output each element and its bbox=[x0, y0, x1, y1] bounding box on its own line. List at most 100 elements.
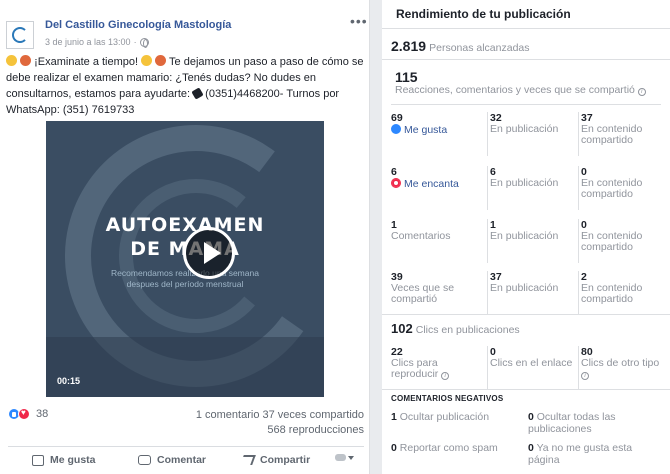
hide-all-label: Ocultar todas las publicaciones bbox=[528, 411, 616, 435]
play-clicks-cell: 22 Clics para reproducir i bbox=[391, 346, 479, 390]
love-reaction-icon bbox=[18, 408, 30, 420]
shares-label: Veces que se compartió bbox=[391, 282, 455, 305]
play-clicks-label: Clics para reproducir bbox=[391, 357, 439, 380]
likes-on-shares-label: En contenido compartido bbox=[581, 123, 643, 146]
woman-emoji-icon bbox=[155, 55, 167, 66]
hide-post-count: 1 bbox=[391, 411, 397, 423]
unlike-page-stat: 0 Ya no me gusta esta página bbox=[528, 442, 666, 466]
link-clicks-cell: 0 Clics en el enlace bbox=[487, 346, 575, 390]
other-clicks-cell: 80 Clics de otro tipo i bbox=[578, 346, 666, 390]
likes-on-post-label: En publicación bbox=[490, 123, 559, 135]
unlike-page-label: Ya no me gusta esta página bbox=[528, 442, 633, 466]
video-subtitle-line1: Recomendamos realizarlo una semana bbox=[111, 268, 259, 278]
raised-hand-emoji-icon bbox=[141, 55, 153, 66]
shares-count[interactable]: 37 veces compartido bbox=[263, 409, 365, 421]
thumbs-up-icon bbox=[32, 454, 44, 466]
like-small-icon bbox=[391, 124, 401, 134]
loves-total: 6 bbox=[391, 166, 397, 178]
video-title-line1: AUTOEXAMEN bbox=[105, 214, 265, 236]
engagement-value: 115 bbox=[395, 69, 418, 85]
share-arrow-icon bbox=[240, 455, 256, 465]
reach-label: Personas alcanzadas bbox=[429, 42, 530, 54]
loves-label: Me encanta bbox=[404, 178, 459, 190]
video-player[interactable]: AUTOEXAMEN DE MAMA Recomendamos realizar… bbox=[46, 121, 324, 397]
clicks-value: 102 bbox=[391, 321, 413, 336]
info-icon[interactable]: i bbox=[581, 372, 589, 380]
likes-on-shares-cell: 37 En contenido compartido bbox=[578, 112, 666, 156]
reach-stat: 2.819 Personas alcanzadas bbox=[391, 38, 530, 54]
video-subtitle-line2: despues del período menstrual bbox=[126, 279, 244, 289]
page-avatar[interactable] bbox=[6, 21, 34, 49]
comment-button-label: Comentar bbox=[157, 454, 207, 466]
info-icon[interactable]: i bbox=[637, 88, 646, 96]
likes-total-cell: 69 Me gusta bbox=[391, 112, 479, 156]
divider bbox=[382, 28, 670, 29]
shares-on-post-cell: 37 En publicación bbox=[487, 271, 575, 315]
panel-title: Rendimiento de tu publicación bbox=[396, 7, 571, 21]
hide-all-count: 0 bbox=[528, 411, 534, 423]
negative-feedback-heading: COMENTARIOS NEGATIVOS bbox=[391, 394, 504, 403]
spam-label: Reportar como spam bbox=[399, 442, 498, 454]
divider bbox=[382, 59, 670, 60]
divider bbox=[382, 314, 670, 315]
reactions-row: 38 1 comentario 37 veces compartido 568 … bbox=[8, 406, 364, 436]
phone-emoji-icon bbox=[191, 87, 204, 100]
comments-on-post-label: En publicación bbox=[490, 230, 559, 242]
post-meta: 3 de junio a las 13:00 · bbox=[45, 37, 149, 48]
info-icon[interactable]: i bbox=[441, 372, 450, 380]
shares-on-shares-cell: 2 En contenido compartido bbox=[578, 271, 666, 315]
insights-panel: Rendimiento de tu publicación 2.819 Pers… bbox=[382, 0, 670, 474]
loves-total-cell: 6 Me encanta bbox=[391, 166, 479, 210]
audience-selector[interactable] bbox=[335, 454, 354, 461]
reach-value: 2.819 bbox=[391, 38, 427, 54]
divider bbox=[382, 389, 670, 390]
clicks-label: Clics en publicaciones bbox=[415, 324, 520, 336]
comments-on-shares-cell: 0 En contenido compartido bbox=[578, 219, 666, 263]
likes-on-post-cell: 32 En publicación bbox=[487, 112, 575, 156]
clinic-logo-icon bbox=[12, 27, 28, 43]
post-date[interactable]: 3 de junio a las 13:00 bbox=[45, 37, 131, 47]
likes-row: 69 Me gusta 32 En publicación 37 En cont… bbox=[391, 112, 667, 160]
share-button[interactable]: Compartir bbox=[240, 454, 310, 466]
shares-on-shares-label: En contenido compartido bbox=[581, 282, 643, 305]
post-card: Del Castillo Ginecología Mastología 3 de… bbox=[0, 0, 370, 474]
comments-count[interactable]: 1 comentario bbox=[196, 409, 260, 421]
hide-all-stat: 0 Ocultar todas las publicaciones bbox=[528, 411, 666, 435]
spam-stat: 0 Reportar como spam bbox=[391, 442, 521, 454]
more-options-icon[interactable]: ••• bbox=[350, 14, 368, 28]
loves-row: 6 Me encanta 6 En publicación 0 En conte… bbox=[391, 166, 667, 214]
link-clicks-label: Clics en el enlace bbox=[490, 357, 573, 369]
spam-count: 0 bbox=[391, 442, 397, 454]
likes-total: 69 bbox=[391, 112, 403, 124]
love-small-icon bbox=[391, 178, 401, 188]
play-button[interactable] bbox=[183, 227, 235, 279]
comments-on-post-cell: 1 En publicación bbox=[487, 219, 575, 263]
divider bbox=[391, 104, 661, 105]
like-button[interactable]: Me gusta bbox=[32, 454, 96, 466]
likes-label: Me gusta bbox=[404, 124, 448, 136]
comment-button[interactable]: Comentar bbox=[138, 454, 206, 466]
chevron-down-icon bbox=[348, 455, 354, 460]
hide-post-stat: 1 Ocultar publicación bbox=[391, 411, 521, 423]
audience-icon bbox=[335, 454, 346, 461]
other-clicks-label: Clics de otro tipo bbox=[581, 357, 660, 369]
video-duration: 00:15 bbox=[57, 376, 81, 386]
loves-on-shares-cell: 0 En contenido compartido bbox=[578, 166, 666, 210]
post-stats: 1 comentario 37 veces compartido 568 rep… bbox=[196, 408, 364, 438]
comment-icon bbox=[138, 455, 151, 465]
page-name-link[interactable]: Del Castillo Ginecología Mastología bbox=[45, 19, 231, 31]
reactions-count[interactable]: 38 bbox=[36, 408, 48, 420]
clicks-grid: 22 Clics para reproducir i 0 Clics en el… bbox=[391, 346, 667, 390]
comments-on-shares-label: En contenido compartido bbox=[581, 230, 643, 253]
meta-separator: · bbox=[133, 37, 137, 47]
loves-on-shares-label: En contenido compartido bbox=[581, 177, 643, 200]
reaction-icons[interactable] bbox=[8, 408, 30, 420]
shares-row: 39 Veces que se compartió 37 En publicac… bbox=[391, 271, 667, 319]
comments-row: 1 Comentarios 1 En publicación 0 En cont… bbox=[391, 219, 667, 267]
woman-emoji-icon bbox=[20, 55, 32, 66]
loves-on-post-label: En publicación bbox=[490, 177, 559, 189]
clicks-total: 102 Clics en publicaciones bbox=[391, 321, 520, 336]
shares-on-post-label: En publicación bbox=[490, 282, 559, 294]
globe-icon bbox=[139, 37, 149, 48]
like-button-label: Me gusta bbox=[50, 454, 96, 466]
